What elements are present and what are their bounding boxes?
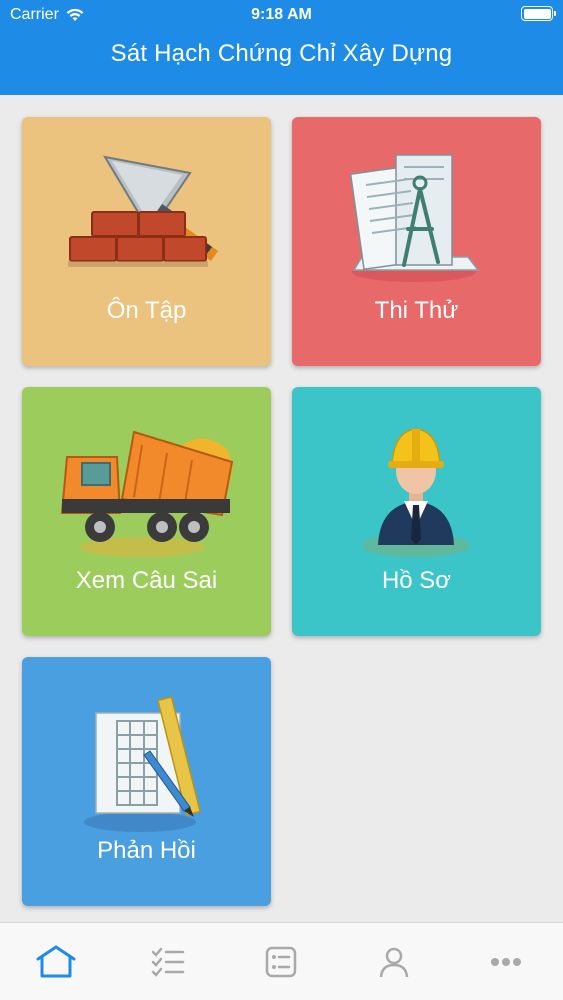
tile-on-tap[interactable]: Ôn Tập — [22, 117, 271, 366]
page-title: Sát Hạch Chứng Chỉ Xây Dựng — [110, 40, 453, 67]
tab-list[interactable] — [225, 923, 337, 1000]
status-bar: Carrier 9:18 AM — [0, 0, 563, 30]
dump-truck-icon — [60, 430, 234, 557]
tile-label: Hồ Sơ — [381, 567, 452, 594]
tile-label: Xem Câu Sai — [75, 567, 218, 594]
checklist-icon — [151, 947, 185, 977]
list-card-icon — [265, 946, 297, 978]
building-ruler-icon — [84, 696, 201, 832]
tile-phan-hoi[interactable]: Phản Hồi — [22, 657, 271, 906]
brick-trowel-icon — [68, 155, 218, 267]
tab-more[interactable] — [450, 923, 562, 1000]
tab-home[interactable] — [0, 923, 112, 1000]
more-icon — [491, 958, 521, 966]
user-icon — [379, 947, 409, 978]
tile-ho-so[interactable]: Hồ Sơ — [292, 387, 541, 636]
blueprint-compass-icon — [349, 154, 480, 282]
tab-checklist[interactable] — [112, 923, 224, 1000]
tile-thi-thu[interactable]: Thi Thử — [292, 117, 541, 366]
tile-xem-cau-sai[interactable]: Xem Câu Sai — [22, 387, 271, 636]
battery-icon — [521, 6, 556, 21]
tab-bar — [0, 922, 563, 1000]
tab-profile[interactable] — [338, 923, 450, 1000]
status-time: 9:18 AM — [251, 6, 312, 23]
home-icon — [36, 945, 76, 978]
tile-label: Ôn Tập — [106, 297, 187, 324]
app-header: Carrier 9:18 AM Sát Hạch Chứng Chỉ Xây D… — [0, 0, 563, 95]
tile-label: Phản Hồi — [97, 837, 196, 864]
engineer-icon — [362, 428, 470, 557]
tile-label: Thi Thử — [374, 297, 459, 324]
